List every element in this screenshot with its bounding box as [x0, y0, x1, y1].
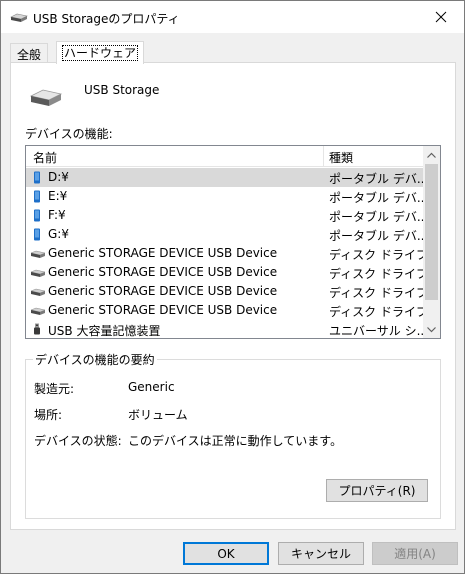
- disk-drive-icon: [30, 247, 46, 260]
- list-item-name: D:¥: [48, 170, 69, 184]
- scroll-down-button[interactable]: [423, 321, 440, 338]
- column-separator[interactable]: [323, 146, 324, 167]
- list-item[interactable]: F:¥ ポータブル デバ...: [26, 206, 424, 225]
- apply-button-label: 適用(A): [394, 547, 436, 561]
- list-item-type: ポータブル デバ...: [329, 191, 423, 205]
- list-item-type: ディスク ドライブ: [329, 305, 423, 319]
- chevron-down-icon: [427, 326, 436, 332]
- portable-device-icon: [31, 228, 43, 241]
- column-header-name[interactable]: 名前: [33, 149, 57, 166]
- device-functions-list[interactable]: 名前 種類 D:¥ ポータブル デバ... E:¥ ポータブル デバ... F:¥ ポータ…: [25, 145, 441, 339]
- column-header-type[interactable]: 種類: [329, 149, 353, 166]
- disk-drive-icon: [30, 266, 46, 279]
- cancel-button[interactable]: キャンセル: [278, 542, 364, 565]
- chevron-up-icon: [427, 152, 436, 158]
- list-item-type: ポータブル デバ...: [329, 210, 423, 224]
- cancel-button-label: キャンセル: [290, 547, 351, 561]
- status-label: デバイスの状態:: [34, 434, 122, 448]
- list-item-type: ディスク ドライブ: [329, 286, 423, 300]
- portable-device-icon: [31, 171, 43, 184]
- properties-button-label: プロパティ(R): [338, 484, 416, 498]
- list-item-type: ディスク ドライブ: [329, 267, 423, 281]
- device-name: USB Storage: [84, 83, 160, 97]
- vertical-scrollbar[interactable]: [423, 146, 440, 338]
- device-summary-group: デバイスの機能の要約 製造元: Generic 場所: ボリューム デバイスの状…: [25, 351, 441, 519]
- window-title: USB Storageのプロパティ: [33, 12, 180, 26]
- list-item-name: G:¥: [48, 227, 69, 241]
- list-item[interactable]: E:¥ ポータブル デバ...: [26, 187, 424, 206]
- list-item-name: Generic STORAGE DEVICE USB Device: [48, 284, 278, 298]
- list-item[interactable]: D:¥ ポータブル デバ...: [26, 168, 424, 187]
- list-item[interactable]: USB 大容量記憶装置 ユニバーサル シ...: [26, 320, 424, 338]
- hardware-panel: USB Storage デバイスの機能: 名前 種類 D:¥ ポータブル デバ..…: [10, 62, 456, 530]
- drive-icon: [29, 87, 63, 109]
- list-item-type: ユニバーサル シ...: [329, 324, 423, 338]
- properties-dialog: USB Storageのプロパティ 全般 ハードウェア USB Storage …: [0, 0, 465, 574]
- tab-general[interactable]: 全般: [10, 43, 49, 63]
- tab-hardware-label: ハードウェア: [61, 45, 139, 61]
- title-bar: USB Storageのプロパティ: [1, 1, 464, 33]
- scroll-thumb[interactable]: [425, 164, 438, 300]
- list-item-type: ポータブル デバ...: [329, 229, 423, 243]
- portable-device-icon: [31, 209, 43, 222]
- list-header: 名前 種類: [26, 146, 424, 167]
- drive-icon: [10, 12, 28, 22]
- list-item-type: ポータブル デバ...: [329, 172, 423, 186]
- tab-general-label: 全般: [17, 48, 42, 62]
- list-item[interactable]: Generic STORAGE DEVICE USB Device ディスク ドラ…: [26, 263, 424, 282]
- tab-hardware[interactable]: ハードウェア: [56, 41, 145, 64]
- list-item-name: USB 大容量記憶装置: [48, 324, 161, 338]
- close-icon: [435, 11, 447, 23]
- list-item-name: E:¥: [48, 189, 68, 203]
- list-item-name: Generic STORAGE DEVICE USB Device: [48, 303, 278, 317]
- list-item[interactable]: Generic STORAGE DEVICE USB Device ディスク ドラ…: [26, 301, 424, 320]
- manufacturer-value: Generic: [128, 380, 175, 394]
- location-value: ボリューム: [128, 408, 188, 422]
- apply-button[interactable]: 適用(A): [372, 542, 458, 565]
- list-item-name: Generic STORAGE DEVICE USB Device: [48, 246, 278, 260]
- ok-button-label: OK: [217, 546, 235, 561]
- device-functions-label: デバイスの機能:: [25, 127, 113, 141]
- list-item-name: F:¥: [48, 208, 66, 222]
- ok-button[interactable]: OK: [183, 542, 269, 565]
- status-value: このデバイスは正常に動作しています。: [128, 434, 343, 448]
- list-item[interactable]: G:¥ ポータブル デバ...: [26, 225, 424, 244]
- properties-button[interactable]: プロパティ(R): [326, 479, 428, 502]
- close-button[interactable]: [418, 1, 464, 33]
- disk-drive-icon: [30, 304, 46, 317]
- list-item[interactable]: Generic STORAGE DEVICE USB Device ディスク ドラ…: [26, 244, 424, 263]
- list-item-type: ディスク ドライブ: [329, 248, 423, 262]
- list-rows: D:¥ ポータブル デバ... E:¥ ポータブル デバ... F:¥ ポータブル デバ.…: [26, 168, 424, 338]
- disk-drive-icon: [30, 285, 46, 298]
- usb-plug-icon: [31, 323, 43, 336]
- manufacturer-label: 製造元:: [34, 382, 75, 396]
- list-item[interactable]: Generic STORAGE DEVICE USB Device ディスク ドラ…: [26, 282, 424, 301]
- list-item-name: Generic STORAGE DEVICE USB Device: [48, 265, 278, 279]
- location-label: 場所:: [34, 408, 63, 422]
- scroll-up-button[interactable]: [423, 146, 440, 163]
- portable-device-icon: [31, 190, 43, 203]
- summary-title: デバイスの機能の要約: [33, 351, 157, 368]
